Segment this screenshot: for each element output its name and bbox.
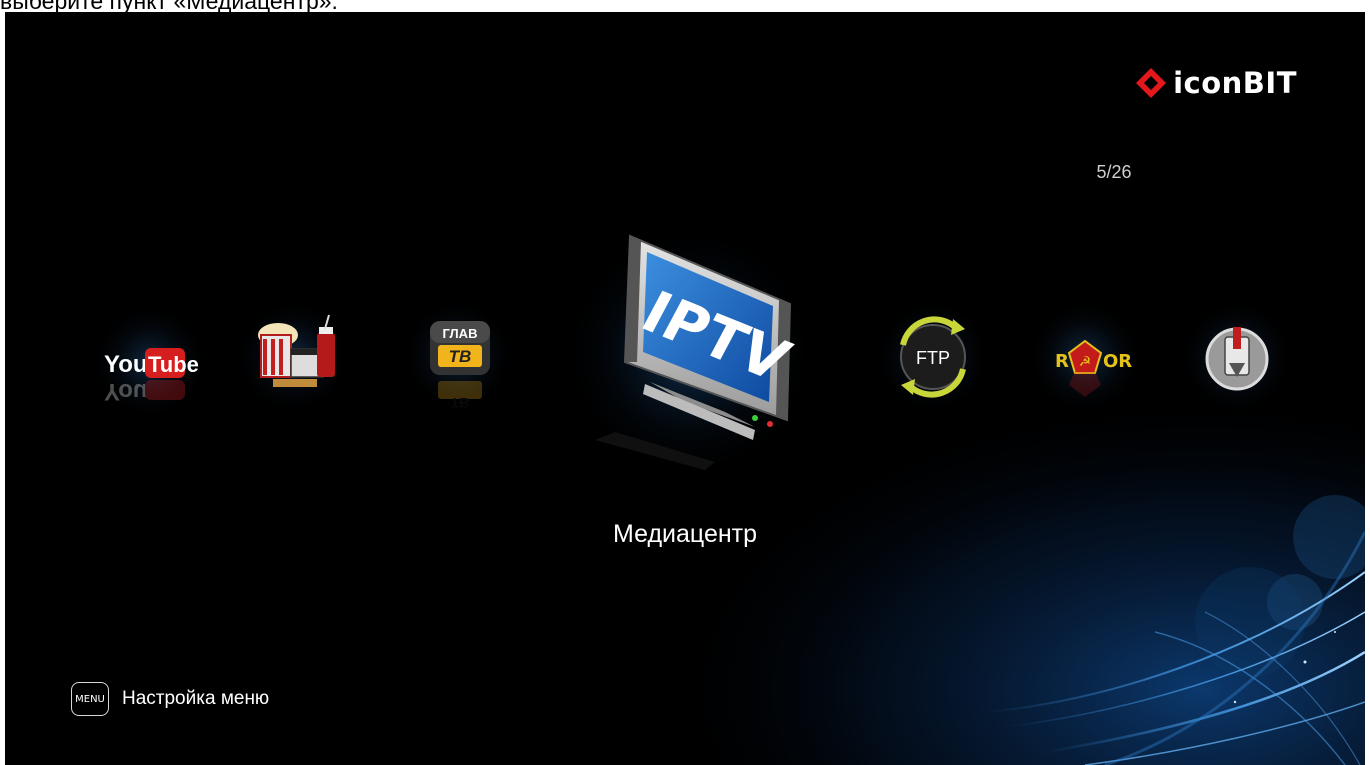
- brand-name: iconBIT: [1173, 66, 1297, 100]
- svg-text:You: You: [104, 351, 148, 378]
- glavtv-icon: ГЛАВ ТВ ТВ: [402, 299, 514, 411]
- cinema-icon: [235, 299, 351, 415]
- selected-app-label: Медиацентр: [612, 520, 758, 548]
- svg-text:FTP: FTP: [916, 348, 950, 368]
- tv-monitor-icon: IPTV: [562, 224, 818, 480]
- torrent-client-icon: [1179, 299, 1295, 415]
- app-youtube[interactable]: You Tube You: [90, 302, 210, 422]
- ftp-arrows-icon: FTP: [875, 299, 991, 415]
- app-iptv[interactable]: IPTV: [555, 212, 825, 482]
- page-counter: 5/26: [1096, 162, 1132, 182]
- menu-hint[interactable]: MENU Настройка меню: [71, 682, 269, 716]
- app-ftp[interactable]: FTP: [873, 297, 993, 417]
- menu-hint-label: Настройка меню: [122, 688, 270, 709]
- brand-logo: iconBIT: [1135, 66, 1297, 100]
- svg-text:You: You: [104, 378, 148, 405]
- brand-diamond-icon: [1136, 68, 1167, 98]
- svg-text:Tube: Tube: [148, 352, 199, 377]
- svg-text:ТВ: ТВ: [449, 347, 472, 366]
- app-rutor[interactable]: R ☭ OR: [1025, 297, 1145, 417]
- svg-text:ГЛАВ: ГЛАВ: [443, 326, 478, 341]
- media-player-screen: iconBIT 5/26 You Tube You ГЛАВ ТВ ТВ IPT…: [5, 12, 1365, 765]
- app-cinema[interactable]: [233, 297, 353, 417]
- svg-text:☭: ☭: [1079, 354, 1092, 370]
- rutor-icon: R ☭ OR: [1027, 299, 1143, 415]
- menu-key-icon: MENU: [71, 682, 109, 716]
- svg-text:R: R: [1055, 351, 1069, 372]
- app-torrent[interactable]: [1177, 297, 1297, 417]
- svg-text:OR: OR: [1103, 351, 1132, 372]
- app-glavtv[interactable]: ГЛАВ ТВ ТВ: [398, 297, 518, 427]
- youtube-icon: You Tube You: [92, 304, 208, 420]
- page-caption: выберите пункт «Медиацентр».: [0, 0, 338, 14]
- svg-text:ТВ: ТВ: [451, 395, 470, 411]
